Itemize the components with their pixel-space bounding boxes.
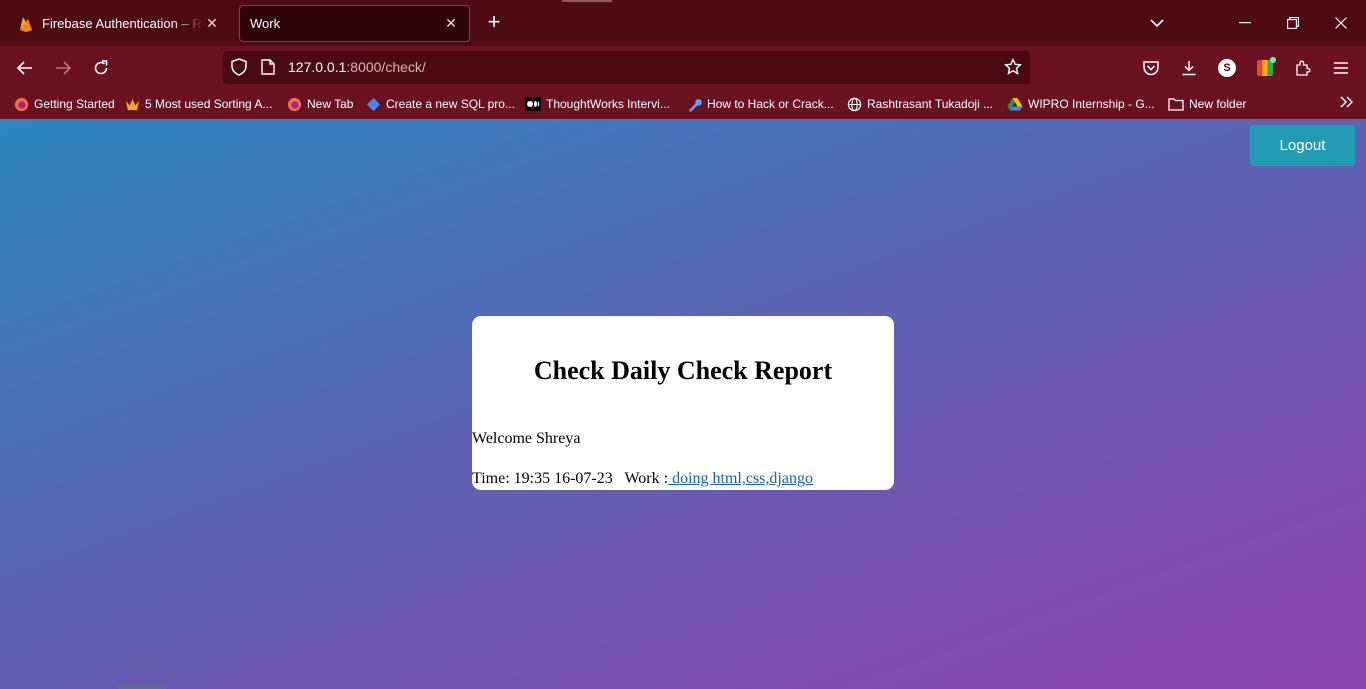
page-viewport: Logout Check Daily Check Report Welcome … [0,119,1366,689]
bookmark-label: How to Hack or Crack... [707,97,834,111]
menu-hamburger-icon[interactable] [1327,54,1355,82]
bookmark-sorting[interactable]: 5 Most used Sorting A... [124,95,272,113]
page-icon[interactable] [261,59,275,80]
globe-icon [846,96,862,112]
reload-icon[interactable] [87,54,115,82]
bookmark-new-tab[interactable]: New Tab [286,95,353,113]
bookmark-label: 5 Most used Sorting A... [145,97,273,111]
folder-icon [1168,96,1184,112]
back-arrow-icon[interactable] [11,54,39,82]
medium-icon [525,96,541,112]
url-path: :8000/check/ [346,59,426,75]
firefox-icon [286,96,302,112]
entry-time-label: Time: 19:35 16-07-23 Work : [472,470,669,487]
url-text[interactable]: 127.0.0.1:8000/check/ [288,59,426,75]
tab-title: Firebase Authentication – Realtim [42,16,204,31]
bookmark-label: New Tab [307,97,354,111]
bookmark-getting-started[interactable]: Getting Started [13,95,115,113]
bookmark-label: WIPRO Internship - G... [1028,97,1155,111]
bookmark-thoughtworks[interactable]: ThoughtWorks Intervi... [525,95,670,113]
close-tab-icon[interactable]: ✕ [204,15,220,32]
drag-indicator [562,0,612,2]
tab-title: Work [250,16,281,31]
crown-icon [124,96,140,112]
extension-icon[interactable] [1251,54,1279,82]
bookmarks-bar: Getting Started 5 Most used Sorting A...… [0,89,1366,119]
close-window-icon[interactable] [1328,0,1354,46]
wrench-icon [686,96,702,112]
firebase-icon [18,16,34,32]
tab-list-chevron-icon[interactable] [1144,0,1170,46]
welcome-text: Welcome Shreya [472,430,581,447]
bookmark-label: New folder [1189,97,1247,111]
bookmark-label: Create a new SQL pro... [386,97,515,111]
notification-dot [1270,57,1276,63]
tab-strip: Firebase Authentication – Realtim ✕ Work… [0,0,1366,46]
navigation-toolbar: 127.0.0.1:8000/check/ S [0,46,1366,89]
drive-icon [1007,96,1023,112]
profile-avatar[interactable]: S [1213,54,1241,82]
firefox-icon [13,96,29,112]
shield-icon[interactable] [231,58,247,81]
extensions-puzzle-icon[interactable] [1289,54,1317,82]
close-tab-icon[interactable]: ✕ [443,15,459,32]
bookmark-wipro[interactable]: WIPRO Internship - G... [1007,95,1155,113]
url-host: 127.0.0.1 [288,59,347,75]
bookmark-label: Getting Started [34,97,115,111]
tab-work[interactable]: Work ✕ [239,5,470,42]
profile-initial: S [1218,59,1236,77]
logout-button[interactable]: Logout [1250,125,1355,166]
diamond-icon [365,96,381,112]
bookmark-sql-project[interactable]: Create a new SQL pro... [365,95,515,113]
tab-firebase[interactable]: Firebase Authentication – Realtim ✕ [8,5,230,42]
forward-arrow-icon[interactable] [49,54,77,82]
new-tab-plus-icon[interactable]: + [483,11,505,34]
restore-icon[interactable] [1280,0,1306,46]
page-title: Check Daily Check Report [533,356,833,385]
pocket-icon[interactable] [1137,54,1165,82]
bookmark-rashtrasant[interactable]: Rashtrasant Tukadoji ... [846,95,993,113]
address-bar[interactable]: 127.0.0.1:8000/check/ [223,51,1030,84]
downloads-icon[interactable] [1175,54,1203,82]
minimize-icon[interactable] [1232,0,1258,46]
report-card: Check Daily Check Report Welcome Shreya … [472,316,894,490]
work-link[interactable]: doing html,css,django [668,470,813,487]
bookmark-label: Rashtrasant Tukadoji ... [867,97,994,111]
bookmarks-overflow-chevron-icon[interactable] [1340,95,1354,113]
bookmark-star-icon[interactable] [1003,57,1023,81]
bookmark-label: ThoughtWorks Intervi... [546,97,670,111]
report-entry: Time: 19:35 16-07-23 Work : doing html,c… [472,470,813,488]
bookmark-hack[interactable]: How to Hack or Crack... [686,95,834,113]
bookmark-new-folder[interactable]: New folder [1168,95,1246,113]
